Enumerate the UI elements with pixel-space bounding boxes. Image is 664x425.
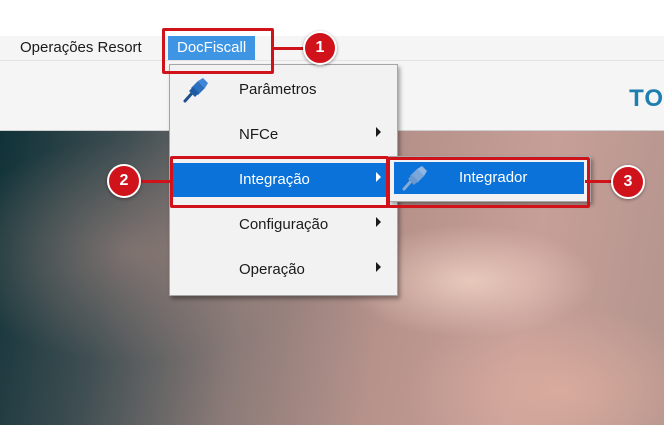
- brand-logo-text: TO: [629, 85, 664, 112]
- highlight-box-integrador: [387, 157, 590, 208]
- chevron-right-icon: [376, 262, 381, 272]
- pin-icon: [179, 75, 211, 105]
- step-badge-2: 2: [107, 164, 141, 198]
- menu-item-label: Operação: [239, 261, 305, 278]
- step-badge-1: 1: [303, 31, 337, 65]
- menu-item-operacao[interactable]: Operação: [173, 253, 393, 287]
- callout-line-3: [585, 180, 613, 183]
- callout-line-2: [141, 180, 173, 183]
- chevron-right-icon: [376, 217, 381, 227]
- menu-item-configuracao[interactable]: Configuração: [173, 208, 393, 242]
- menu-item-nfce[interactable]: NFCe: [173, 118, 393, 152]
- menu-item-label: Parâmetros: [239, 81, 317, 98]
- chevron-right-icon: [376, 127, 381, 137]
- menu-item-parametros[interactable]: Parâmetros: [173, 73, 393, 107]
- callout-line-1: [271, 47, 305, 50]
- menu-item-label: Configuração: [239, 216, 329, 233]
- highlight-box-integracao: [170, 156, 389, 208]
- highlight-box-docfiscall: [162, 28, 274, 74]
- menu-item-label: NFCe: [239, 126, 279, 143]
- step-badge-3: 3: [611, 165, 645, 199]
- menubar-item-operacoes-resort[interactable]: Operações Resort: [14, 36, 148, 60]
